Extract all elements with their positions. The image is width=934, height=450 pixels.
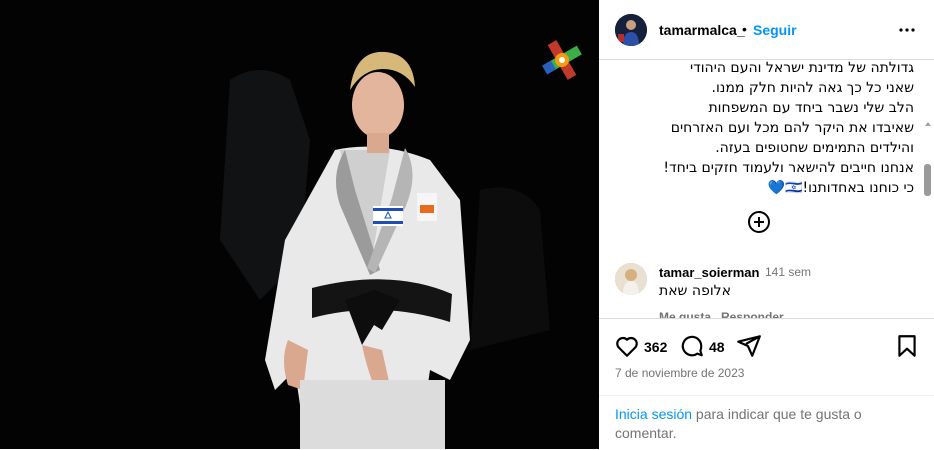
blue-heart-emoji: 💙 (767, 180, 786, 196)
comment-icon[interactable] (679, 333, 705, 359)
share-icon[interactable] (736, 333, 762, 359)
post-date[interactable]: 7 de noviembre de 2023 (615, 366, 744, 380)
author-username[interactable]: tamarmalca_ (659, 22, 745, 38)
caption-line: והילדים התמימים שחטופים בעזה. (715, 140, 914, 156)
follow-button[interactable]: Seguir (753, 22, 797, 38)
caption-line: שאני כל כך גאה להיות חלק ממנו. (711, 80, 914, 96)
comment-like-button[interactable]: Me gusta (659, 310, 711, 318)
post-container: tamarmalca_ • Seguir גדולתה של מדינת ישר… (0, 0, 934, 449)
comment-reply-button[interactable]: Responder (721, 310, 784, 318)
plus-circle-icon[interactable] (747, 210, 771, 234)
post-actions: 362 48 7 de noviembre de 2023 Inicia ses… (599, 318, 934, 450)
bookmark-icon[interactable] (894, 333, 920, 359)
comments-count[interactable]: 48 (709, 339, 725, 355)
post-header: tamarmalca_ • Seguir (599, 0, 934, 60)
header-separator: • (742, 21, 747, 37)
comments-scrollbar[interactable] (924, 120, 932, 318)
caption-line: הלב שלי נשבר ביחד עם המשפחות (708, 100, 914, 116)
commenter-username[interactable]: tamar_soierman (659, 265, 759, 280)
post-sidebar: tamarmalca_ • Seguir גדולתה של מדינת ישר… (599, 0, 934, 449)
scroll-up-arrow[interactable] (925, 122, 931, 126)
post-image[interactable] (0, 0, 599, 449)
more-horizontal-icon[interactable] (895, 18, 919, 42)
divider (599, 395, 934, 396)
caption-line: גדולתה של מדינת ישראל והעם היהודי (689, 60, 914, 76)
caption-line: אנחנו חייבים להישאר ולעמוד חזקים ביחד! (663, 160, 914, 176)
caption-line: שאיבדו את היקר להם מכל ועם האזרחים (670, 120, 914, 136)
caption-line: כי כוחנו באחדותנו!🇮🇱💙 (614, 178, 914, 198)
comment-text: אלופה שאת (659, 283, 731, 299)
author-avatar[interactable] (615, 14, 647, 46)
likes-count[interactable]: 362 (644, 339, 667, 355)
caption-last-line: כי כוחנו באחדותנו!🇮🇱 (785, 180, 914, 196)
comments-section[interactable]: גדולתה של מדינת ישראל והעם היהודי שאני כ… (599, 60, 934, 318)
login-link[interactable]: Inicia sesión (615, 406, 692, 422)
comment-timestamp[interactable]: 141 sem (765, 265, 811, 279)
scroll-thumb[interactable] (924, 164, 931, 196)
judoka-photo (0, 0, 599, 449)
commenter-avatar[interactable] (615, 263, 647, 295)
post-caption: גדולתה של מדינת ישראל והעם היהודי שאני כ… (614, 60, 914, 198)
login-prompt: Inicia sesión para indicar que te gusta … (615, 405, 915, 443)
heart-icon[interactable] (614, 333, 640, 359)
